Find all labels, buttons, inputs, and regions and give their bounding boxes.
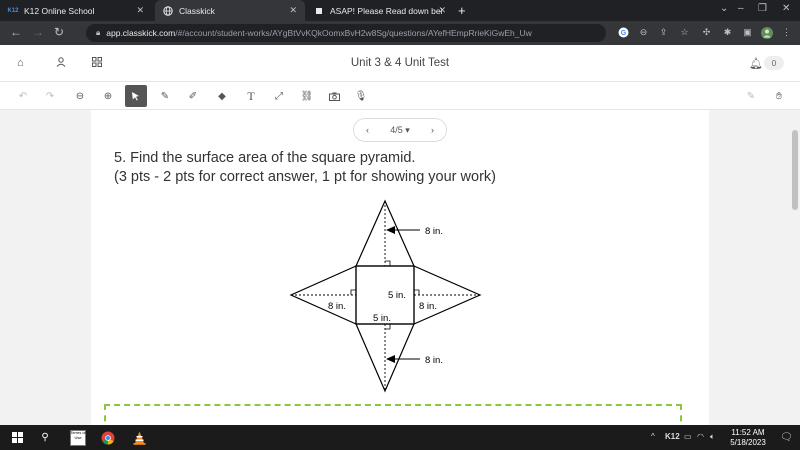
extension-puzzle-icon[interactable]: ✣ <box>700 26 713 39</box>
left-height-label: 8 in. <box>328 301 346 312</box>
tab-k12[interactable]: K12 K12 Online School ✕ <box>0 0 152 21</box>
answer-box[interactable] <box>104 404 682 425</box>
url-path: /#/account/student-works/AYgBtVvKQkOomxB… <box>175 28 532 38</box>
base-length-label: 5 in. <box>373 313 391 324</box>
prev-page-button[interactable]: ‹ <box>366 125 369 135</box>
tab-title: ASAP! Please Read down below! <box>330 5 442 16</box>
k12-tray-label[interactable]: K12 <box>665 432 680 441</box>
globe-icon <box>163 5 173 16</box>
bottom-height-label: 8 in. <box>425 355 443 366</box>
k12-favicon-icon: K12 <box>7 7 19 14</box>
eraser-icon[interactable]: ◆ <box>211 85 233 107</box>
tab-classkick[interactable]: Classkick ✕ <box>155 0 305 21</box>
next-page-button[interactable]: › <box>431 125 434 135</box>
avatar[interactable] <box>760 26 773 39</box>
bell-icon[interactable]: 🔔︎ <box>749 57 763 70</box>
wifi-icon[interactable]: ◠ <box>697 432 704 441</box>
question-line-1: 5. Find the surface area of the square p… <box>114 150 416 166</box>
undo-icon[interactable]: ↶ <box>12 85 34 107</box>
url-host: app.classkick.com <box>106 28 176 38</box>
page-navigator: ‹ 4/5 ▾ › <box>353 118 447 142</box>
pencil-disabled-icon: ✎ <box>746 90 756 102</box>
lock-icon: 🔒︎ <box>96 28 101 37</box>
browser-tab-strip: K12 K12 Online School ✕ Classkick ✕ ASAP… <box>0 0 800 21</box>
right-angle-mark <box>385 324 391 330</box>
tools-bar: ↶ ↷ ⊖ ⊕ ✎ ✐ ◆ T ⤢ ⛓︎ 🎙︎ ✎ ✋︎ <box>0 82 800 110</box>
page-label: 4/5 <box>390 124 403 135</box>
redo-icon[interactable]: ↷ <box>39 85 61 107</box>
notifications-icon[interactable]: 🗨︎ <box>780 432 793 443</box>
notification-count-badge: 0 <box>764 56 784 70</box>
terms-of-use-label: Terms of Use <box>70 430 86 440</box>
question-line-2: (3 pts - 2 pts for correct answer, 1 pt … <box>114 169 496 185</box>
side-panel-icon[interactable]: ▣ <box>741 26 754 39</box>
close-icon[interactable]: ✕ <box>136 5 144 16</box>
vlc-icon[interactable] <box>131 430 147 445</box>
highlighter-icon[interactable]: ✐ <box>182 85 204 107</box>
right-angle-mark <box>350 289 356 295</box>
pointer-icon[interactable] <box>125 85 147 107</box>
pen-icon[interactable]: ✎ <box>154 85 176 107</box>
reload-icon[interactable]: ↻ <box>54 25 64 39</box>
bottom-arrowhead <box>386 355 395 363</box>
windows-taskbar: ⚲ Terms of Use ^ K12 ▭ ◠ 🔈︎ 11:52 AM 5/1… <box>0 425 800 450</box>
volume-icon[interactable]: 🔈︎ <box>710 432 715 442</box>
line-tool-icon[interactable]: ⤢ <box>268 85 290 107</box>
zoom-out-icon[interactable]: ⊖ <box>69 85 91 107</box>
back-arrow-icon[interactable]: ← <box>10 25 22 39</box>
right-height-label: 8 in. <box>419 301 437 312</box>
extensions-icon[interactable]: ✱ <box>721 26 734 39</box>
page-title: Unit 3 & 4 Unit Test <box>350 57 450 69</box>
share-icon[interactable]: ⇪ <box>657 26 670 39</box>
brainly-icon <box>314 6 324 16</box>
hand-icon[interactable]: ✋︎ <box>768 85 790 107</box>
restore-icon[interactable]: ❐ <box>758 3 767 14</box>
top-height-label: 8 in. <box>425 226 443 237</box>
minimize-icon[interactable]: – <box>738 3 744 14</box>
bookmark-star-icon[interactable]: ☆ <box>678 26 691 39</box>
google-icon[interactable]: G <box>617 26 630 39</box>
zoom-icon[interactable]: ⊖ <box>637 26 650 39</box>
tab-title: Classkick <box>179 5 215 16</box>
scrollbar-thumb[interactable] <box>792 130 798 210</box>
scrollbar[interactable] <box>790 110 800 425</box>
chrome-icon[interactable] <box>100 430 116 445</box>
top-arrowhead <box>386 226 395 234</box>
taskbar-clock[interactable]: 11:52 AM 5/18/2023 <box>724 428 772 448</box>
browser-toolbar: ← → ↻ 🔒︎ app.classkick.com /#/account/st… <box>0 21 800 45</box>
tab-brainly[interactable]: ASAP! Please Read down below! ✕ <box>306 0 454 21</box>
window-close-icon[interactable]: ✕ <box>782 3 790 14</box>
windows-start-icon[interactable] <box>10 430 24 445</box>
chevron-down-icon[interactable]: ⌄ <box>720 3 728 14</box>
tab-title: K12 Online School <box>24 5 95 16</box>
more-menu-icon[interactable]: ⋮ <box>780 26 793 39</box>
zoom-in-icon[interactable]: ⊕ <box>97 85 119 107</box>
battery-icon[interactable]: ▭ <box>684 432 692 441</box>
workspace: ‹ 4/5 ▾ › 5. Find the surface area of th… <box>0 110 800 425</box>
classkick-header: ⌂ Unit 3 & 4 Unit Test 🔔︎ 0 <box>0 45 800 82</box>
address-bar[interactable]: 🔒︎ app.classkick.com /#/account/student-… <box>86 24 606 42</box>
right-angle-mark <box>414 289 420 295</box>
new-tab-button[interactable]: + <box>458 3 466 18</box>
svg-text:G: G <box>621 30 627 37</box>
side-length-label: 5 in. <box>388 290 406 301</box>
right-angle-mark <box>385 260 391 266</box>
tray-overflow-icon[interactable]: ^ <box>651 432 655 441</box>
close-icon[interactable]: ✕ <box>438 5 446 16</box>
camera-icon[interactable] <box>323 85 345 107</box>
microphone-icon[interactable]: 🎙︎ <box>350 85 372 107</box>
forward-arrow-icon[interactable]: → <box>32 25 44 39</box>
clock-time: 11:52 AM <box>731 428 765 437</box>
pyramid-net-figure: 8 in. 8 in. 8 in. 8 in. 5 in. 5 in. <box>289 199 482 393</box>
terms-of-use-app[interactable]: Terms of Use <box>70 429 86 446</box>
text-tool-icon[interactable]: T <box>240 85 262 107</box>
page-select[interactable]: 4/5 ▾ <box>390 125 410 136</box>
clock-date: 5/18/2023 <box>730 438 766 447</box>
link-icon[interactable]: ⛓︎ <box>296 85 318 107</box>
search-icon[interactable]: ⚲ <box>38 430 52 445</box>
close-icon[interactable]: ✕ <box>289 5 297 16</box>
